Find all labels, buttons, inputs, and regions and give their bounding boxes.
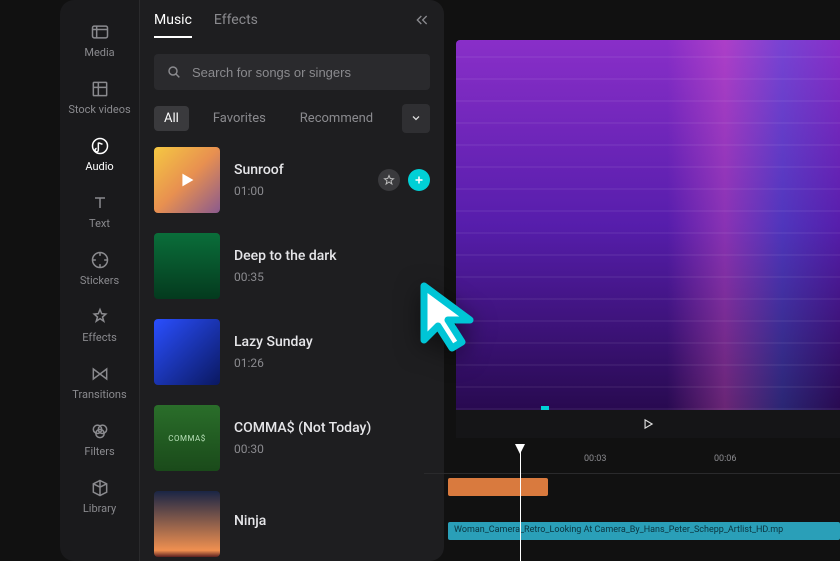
track-duration: 01:26 [234,356,313,370]
track-item[interactable]: Deep to the dark 00:35 [154,233,430,299]
filter-favorites[interactable]: Favorites [203,106,276,131]
tab-effects[interactable]: Effects [214,12,258,38]
track-title: Ninja [234,513,266,529]
filters-icon [90,421,110,441]
track-title: Lazy Sunday [234,334,313,350]
track-duration: 00:30 [234,442,371,456]
play-icon [176,169,198,191]
search-input[interactable] [192,65,418,80]
sidebar-label: Stickers [80,274,119,287]
ruler-tick: 00:03 [584,454,606,464]
sidebar-label: Stock videos [68,103,130,116]
track-title: Sunroof [234,162,284,178]
time-ruler[interactable]: 00:03 00:06 [424,446,840,474]
transitions-icon [90,364,110,384]
stickers-icon [90,250,110,270]
play-button[interactable] [154,147,220,213]
sidebar-label: Audio [85,160,113,173]
sidebar-item-text[interactable]: Text [60,183,139,240]
audio-panel: Music Effects All Favorites Recommend Po… [140,0,444,561]
play-icon[interactable] [641,417,655,431]
sidebar-item-effects[interactable]: Effects [60,297,139,354]
sidebar-item-transitions[interactable]: Transitions [60,354,139,411]
sidebar-item-filters[interactable]: Filters [60,411,139,468]
filter-more-button[interactable] [402,104,430,133]
sidebar-label: Media [84,46,114,59]
chevron-down-icon [410,112,422,124]
track-list: Sunroof 01:00 Deep to the dark 00:35 [154,147,430,557]
plus-icon [413,174,425,186]
sidebar-label: Effects [82,331,117,344]
video-preview[interactable] [456,40,840,410]
add-track-button[interactable] [408,169,430,191]
track-item[interactable]: Sunroof 01:00 [154,147,430,213]
stock-icon [90,79,110,99]
track-duration: 01:00 [234,184,284,198]
playhead[interactable] [520,446,521,561]
sidebar-item-library[interactable]: Library [60,468,139,525]
filter-recommend[interactable]: Recommend [290,106,383,131]
tab-music[interactable]: Music [154,12,192,38]
panel-tabs: Music Effects [154,12,430,38]
sidebar-label: Library [83,502,116,515]
collapse-icon [414,12,430,28]
sidebar-label: Text [89,217,110,230]
sidebar-label: Filters [84,445,114,458]
media-icon [90,22,110,42]
search-bar[interactable] [154,54,430,90]
ruler-tick: 00:06 [714,454,736,464]
preview-controls [456,410,840,438]
track-title: COMMA$ (Not Today) [234,420,371,436]
cursor-illustration [418,282,480,358]
track-item[interactable]: COMMA$ (Not Today) 00:30 [154,405,430,471]
library-icon [90,478,110,498]
track-thumbnail[interactable] [154,319,220,385]
track-title: Deep to the dark [234,248,337,264]
track-thumbnail[interactable] [154,233,220,299]
star-icon [383,174,395,186]
track-item[interactable]: Ninja [154,491,430,557]
sidebar-item-media[interactable]: Media [60,12,139,69]
timeline[interactable]: 00:03 00:06 Woman_Camera_Retro_Looking A… [424,446,840,561]
favorite-button[interactable] [378,169,400,191]
search-icon [166,64,182,80]
sidebar-label: Transitions [72,388,126,401]
sidebar-item-stickers[interactable]: Stickers [60,240,139,297]
track-thumbnail[interactable] [154,491,220,557]
track-thumbnail[interactable] [154,405,220,471]
audio-clip[interactable] [448,478,548,496]
sidebar: Media Stock videos Audio Text Stickers E… [60,0,140,561]
track-duration: 00:35 [234,270,337,284]
video-clip[interactable]: Woman_Camera_Retro_Looking At Camera_By_… [448,522,840,540]
filter-all[interactable]: All [154,106,189,131]
track-item[interactable]: Lazy Sunday 01:26 [154,319,430,385]
sidebar-item-audio[interactable]: Audio [60,126,139,183]
track-thumbnail[interactable] [154,147,220,213]
audio-icon [90,136,110,156]
filter-bar: All Favorites Recommend Pop [154,106,430,131]
collapse-panel-button[interactable] [414,12,430,32]
sidebar-item-stock-videos[interactable]: Stock videos [60,69,139,126]
text-icon [90,193,110,213]
effects-icon [90,307,110,327]
